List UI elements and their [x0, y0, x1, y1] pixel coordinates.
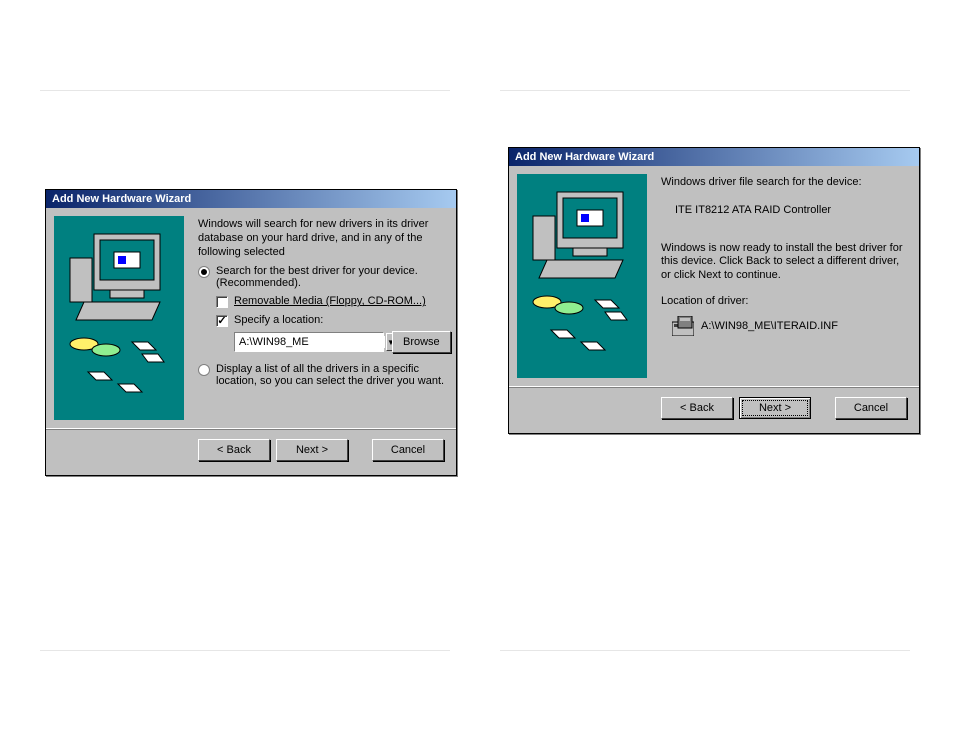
- ready-text: Windows is now ready to install the best…: [661, 242, 907, 283]
- cancel-button[interactable]: Cancel: [835, 397, 907, 419]
- radio-search-best-label[interactable]: Search for the best driver for your devi…: [216, 265, 451, 289]
- wizard-dialog-ready: Add New Hardware Wizard Windows driver f…: [508, 147, 920, 434]
- search-heading: Windows driver file search for the devic…: [661, 176, 907, 190]
- driver-path: A:\WIN98_ME\ITERAID.INF: [701, 320, 838, 332]
- intro-text: Windows will search for new drivers in i…: [198, 218, 451, 259]
- checkbox-removable-label[interactable]: Removable Media (Floppy, CD-ROM...): [234, 295, 426, 307]
- next-button[interactable]: Next >: [276, 439, 348, 461]
- wizard-sidebar-image: [517, 174, 647, 378]
- checkbox-specify-location[interactable]: [216, 315, 228, 327]
- titlebar: Add New Hardware Wizard: [509, 148, 919, 166]
- wizard-dialog-search: Add New Hardware Wizard: [45, 189, 457, 476]
- location-label: Location of driver:: [661, 295, 907, 309]
- checkbox-specify-label[interactable]: Specify a location:: [234, 314, 323, 326]
- title-text: Add New Hardware Wizard: [515, 151, 654, 163]
- back-button[interactable]: < Back: [198, 439, 270, 461]
- next-button[interactable]: Next >: [739, 397, 811, 419]
- location-combo[interactable]: ▼: [234, 332, 384, 352]
- radio-display-list[interactable]: [198, 364, 210, 376]
- cancel-button[interactable]: Cancel: [372, 439, 444, 461]
- floppy-icon: [671, 315, 695, 337]
- back-button[interactable]: < Back: [661, 397, 733, 419]
- title-text: Add New Hardware Wizard: [52, 193, 191, 205]
- radio-search-best[interactable]: [198, 266, 210, 278]
- browse-button[interactable]: Browse: [392, 331, 451, 353]
- checkbox-removable-media[interactable]: [216, 296, 228, 308]
- radio-display-list-label[interactable]: Display a list of all the drivers in a s…: [216, 363, 451, 387]
- location-input[interactable]: [235, 336, 385, 348]
- titlebar: Add New Hardware Wizard: [46, 190, 456, 208]
- device-name: ITE IT8212 ATA RAID Controller: [675, 204, 907, 218]
- wizard-sidebar-image: [54, 216, 184, 420]
